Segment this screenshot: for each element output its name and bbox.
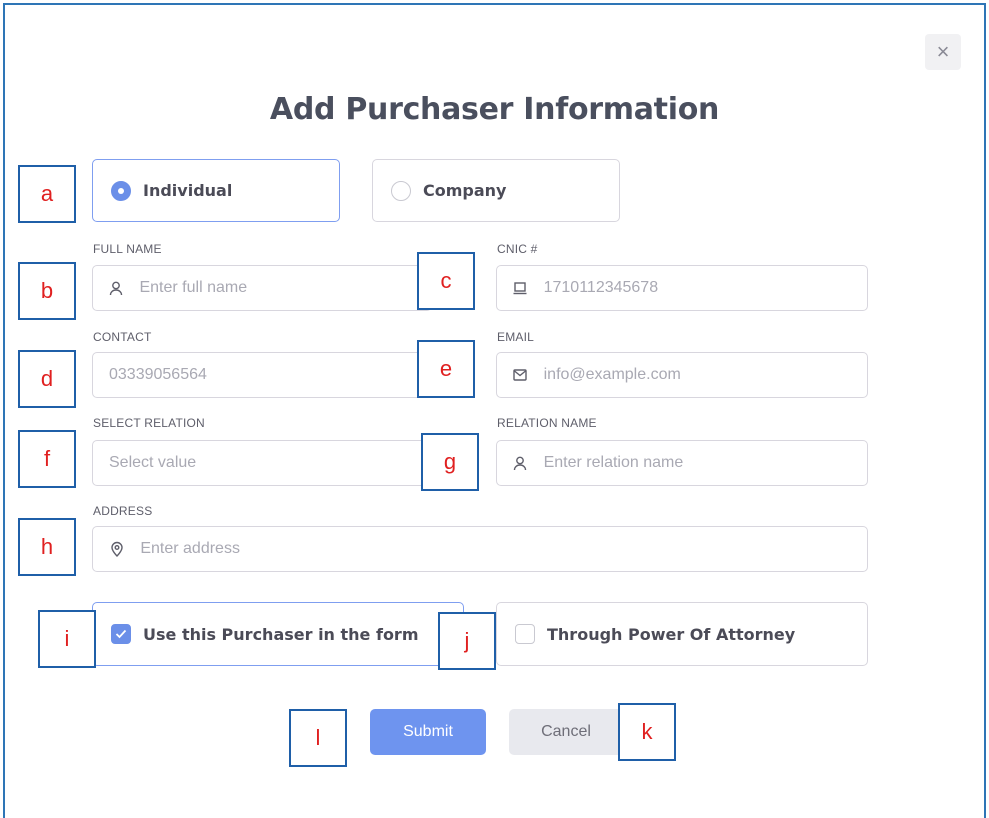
annotation-marker-c: c — [417, 252, 475, 310]
annotation-marker-l: l — [289, 709, 347, 767]
address-label: ADDRESS — [93, 504, 153, 518]
power-of-attorney-label: Through Power Of Attorney — [547, 624, 796, 644]
annotation-marker-e: e — [417, 340, 475, 398]
annotation-marker-h: h — [18, 518, 76, 576]
annotation-marker-f: f — [18, 430, 76, 488]
annotation-marker-j: j — [438, 612, 496, 670]
radio-company-label: Company — [423, 181, 507, 200]
annotation-marker-a: a — [18, 165, 76, 223]
radio-individual-label: Individual — [143, 181, 233, 200]
full-name-label: FULL NAME — [93, 242, 162, 256]
cancel-button[interactable]: Cancel — [509, 709, 623, 755]
annotation-marker-b: b — [18, 262, 76, 320]
radio-company[interactable] — [391, 180, 411, 201]
user-icon — [513, 455, 528, 471]
relation-name-label: RELATION NAME — [497, 416, 597, 430]
close-button[interactable]: × — [925, 34, 961, 70]
close-icon: × — [936, 39, 950, 64]
contact-label: CONTACT — [93, 330, 152, 344]
submit-button[interactable]: Submit — [370, 709, 486, 755]
user-icon — [109, 280, 123, 296]
relation-name-input[interactable] — [543, 454, 867, 472]
cnic-input[interactable] — [543, 279, 867, 297]
cnic-field[interactable] — [496, 265, 868, 311]
use-purchaser-label: Use this Purchaser in the form — [143, 624, 419, 644]
annotation-marker-i: i — [38, 610, 96, 668]
contact-field[interactable] — [92, 352, 432, 398]
use-purchaser-card[interactable]: Use this Purchaser in the form — [92, 602, 464, 666]
power-of-attorney-card[interactable]: Through Power Of Attorney — [496, 602, 868, 666]
dialog-title: Add Purchaser Information — [269, 92, 720, 127]
email-field[interactable] — [496, 352, 868, 398]
map-pin-icon — [109, 541, 124, 557]
annotation-marker-d: d — [18, 350, 76, 408]
radio-card-company[interactable]: Company — [372, 159, 620, 222]
annotation-marker-k: k — [618, 703, 676, 761]
relation-select[interactable]: Select value — [92, 440, 432, 486]
relation-name-field[interactable] — [496, 440, 868, 486]
id-card-icon — [513, 280, 528, 296]
radio-individual[interactable] — [111, 180, 131, 201]
power-of-attorney-checkbox[interactable] — [515, 624, 535, 644]
relation-select-value: Select value — [109, 454, 197, 471]
radio-card-individual[interactable]: Individual — [92, 159, 340, 222]
use-purchaser-checkbox[interactable] — [111, 624, 131, 644]
mail-icon — [513, 367, 528, 383]
full-name-input[interactable] — [139, 279, 431, 297]
address-field[interactable] — [92, 526, 868, 572]
email-label: EMAIL — [497, 330, 535, 344]
relation-label: SELECT RELATION — [93, 416, 205, 430]
contact-input[interactable] — [109, 366, 431, 384]
email-input[interactable] — [543, 366, 867, 384]
annotation-marker-g: g — [421, 433, 479, 491]
address-input[interactable] — [140, 540, 867, 558]
full-name-field[interactable] — [92, 265, 432, 311]
cnic-label: CNIC # — [497, 242, 538, 256]
check-icon — [115, 629, 127, 639]
